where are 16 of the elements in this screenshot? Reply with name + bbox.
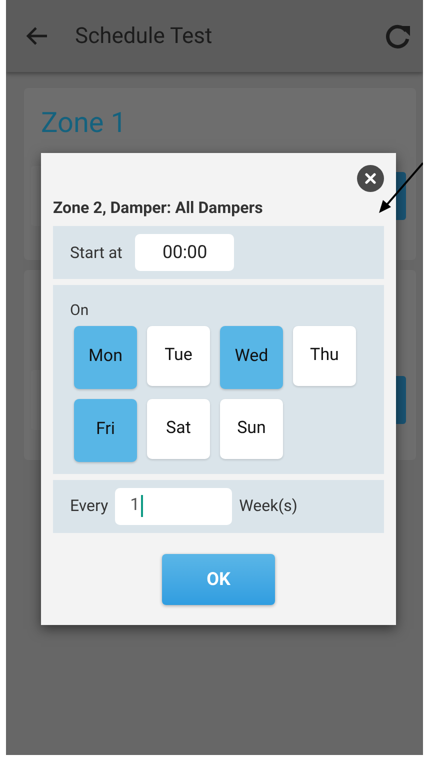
on-label: On bbox=[70, 300, 90, 321]
every-label: Every bbox=[70, 495, 108, 517]
start-label: Start at bbox=[70, 242, 122, 264]
zone-title: Zone 1 bbox=[41, 106, 126, 139]
dialog-title: Zone 2, Damper: All Dampers bbox=[53, 197, 264, 219]
screen-title: Schedule Test bbox=[75, 22, 212, 50]
day-toggle[interactable]: Wed bbox=[220, 326, 283, 388]
day-toggle[interactable]: Mon bbox=[74, 326, 137, 388]
day-toggle[interactable]: Thu bbox=[293, 326, 356, 386]
day-toggle[interactable]: Tue bbox=[147, 326, 210, 386]
weeks-unit: Week(s) bbox=[239, 495, 298, 517]
start-time-field[interactable]: 00:00 bbox=[135, 234, 234, 271]
day-toggle[interactable]: Fri bbox=[74, 398, 137, 462]
day-toggle[interactable]: Sat bbox=[147, 398, 210, 458]
day-toggle[interactable]: Sun bbox=[220, 398, 283, 458]
weeks-input-field[interactable]: 1 bbox=[115, 488, 232, 524]
